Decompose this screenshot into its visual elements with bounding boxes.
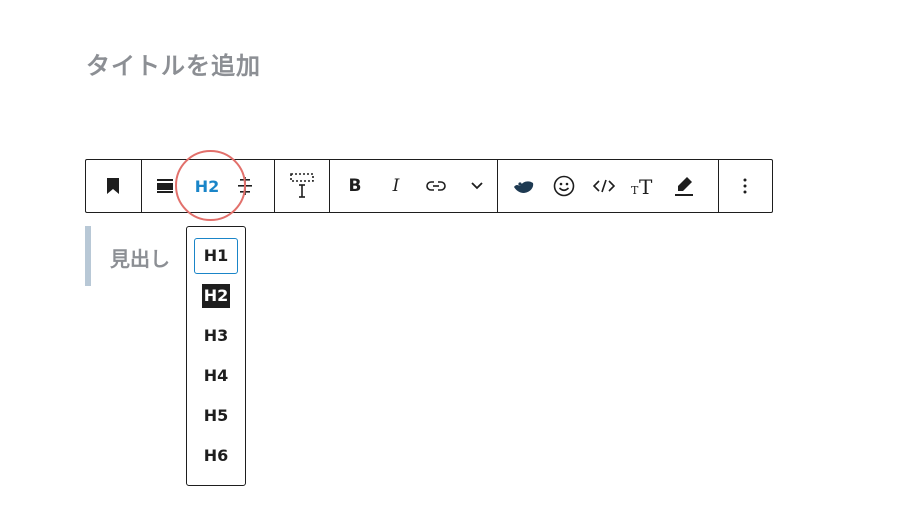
align-icon [157, 179, 173, 193]
font-size-icon: T T [631, 175, 653, 197]
heading-option-h4[interactable]: H4 [194, 358, 238, 394]
align-button[interactable] [154, 160, 176, 212]
spacing-icon [290, 173, 314, 198]
heading-option-h3[interactable]: H3 [194, 318, 238, 354]
heading-option-label: H2 [201, 284, 231, 308]
heading-level-button[interactable]: H2 [188, 160, 226, 212]
font-size-button[interactable]: T T [628, 160, 658, 212]
heading-option-label: H5 [203, 406, 229, 425]
link-icon [426, 181, 446, 191]
toolbar-divider [329, 160, 330, 212]
highlighter-icon [675, 177, 693, 196]
heading-option-h5[interactable]: H5 [194, 398, 238, 434]
heading-option-label: H6 [203, 446, 229, 465]
heading-option-label: H3 [203, 326, 229, 345]
heading-option-label: H4 [203, 366, 229, 385]
emoji-button[interactable] [550, 160, 578, 212]
svg-text:T: T [631, 184, 639, 197]
heading-option-h2[interactable]: H2 [194, 278, 238, 314]
link-button[interactable] [422, 160, 450, 212]
bookmark-icon [107, 178, 119, 194]
toolbar-divider [718, 160, 719, 212]
svg-text:T: T [639, 175, 653, 197]
toolbar-divider [141, 160, 142, 212]
post-title-placeholder[interactable]: タイトルを追加 [86, 46, 261, 81]
chevron-down-icon [471, 182, 483, 190]
heading-option-label: H1 [203, 246, 229, 265]
emoji-icon [553, 175, 575, 197]
more-options-button[interactable] [732, 160, 758, 212]
code-icon [593, 179, 615, 193]
spacing-button[interactable] [286, 160, 318, 212]
bird-icon [514, 181, 534, 193]
custom-format-button[interactable] [510, 160, 538, 212]
heading-level-label: H2 [194, 176, 220, 196]
bold-button[interactable]: B [342, 160, 368, 212]
block-type-button[interactable] [98, 160, 128, 212]
more-options-icon [743, 178, 747, 194]
text-align-button[interactable] [234, 160, 256, 212]
inline-code-button[interactable] [590, 160, 618, 212]
text-align-icon [238, 177, 252, 195]
toolbar-divider [274, 160, 275, 212]
heading-block-border [85, 226, 91, 286]
heading-placeholder[interactable]: 見出し [110, 243, 170, 272]
block-toolbar: H2 B I T T [85, 159, 773, 213]
more-rich-text-button[interactable] [464, 160, 490, 212]
heading-level-dropdown: H1 H2 H3 H4 H5 H6 [186, 226, 246, 486]
italic-button[interactable]: I [384, 160, 408, 212]
heading-option-h1[interactable]: H1 [194, 238, 238, 274]
toolbar-divider [497, 160, 498, 212]
heading-option-h6[interactable]: H6 [194, 438, 238, 474]
highlight-button[interactable] [670, 160, 698, 212]
